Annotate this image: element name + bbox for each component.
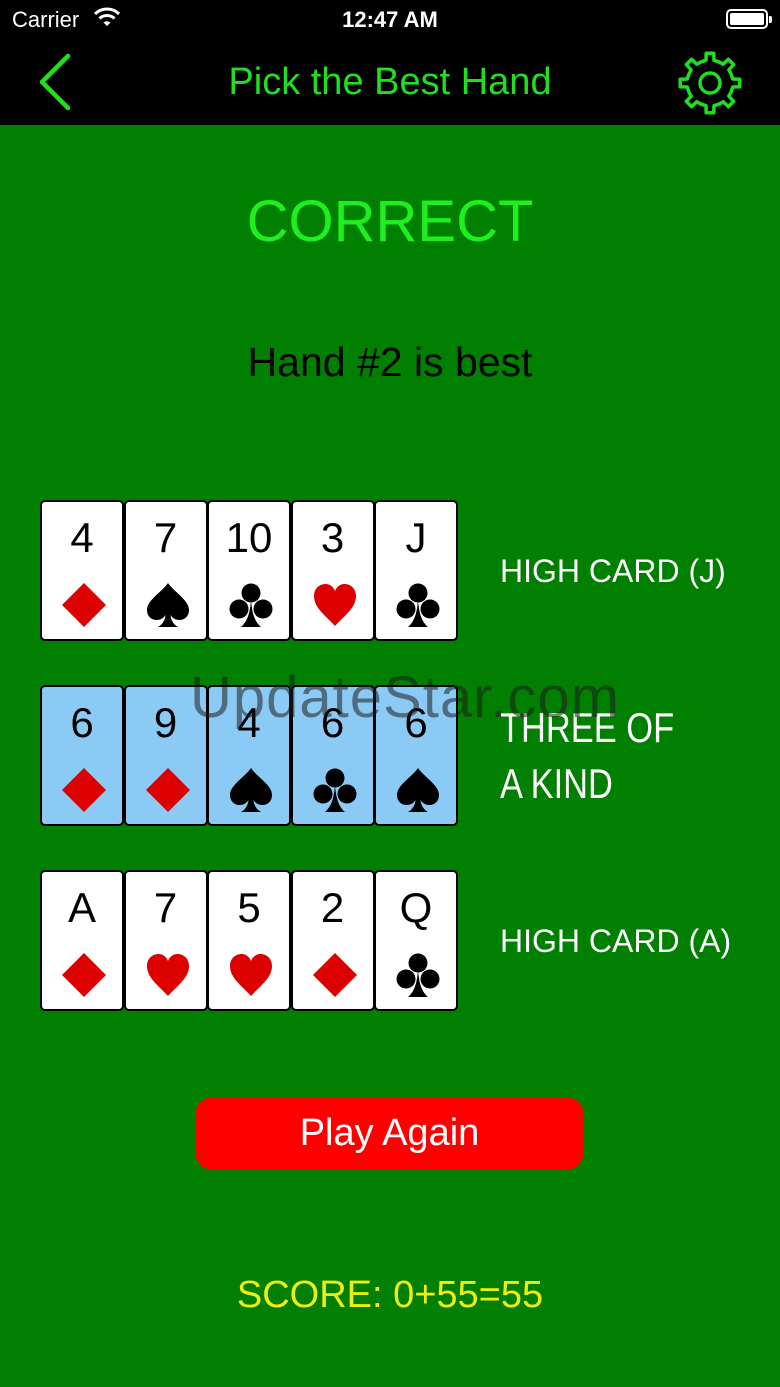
playing-card: 7 [123,500,208,641]
navigation-bar: Pick the Best Hand [0,40,780,125]
card-rank: 7 [153,514,178,561]
playing-card: 6 [40,685,124,826]
result-message: Hand #2 is best [247,339,533,385]
hand-1-label: HIGH CARD (J) [500,553,726,589]
status-bar: Carrier 12:47 AM [0,0,780,40]
playing-card: 6 [374,685,458,826]
heart-suit-icon [312,582,358,628]
battery-icon [726,9,772,29]
hand-2-label: THREE OF A KIND [500,704,675,807]
spade-suit-icon [228,767,274,813]
playing-card: 7 [123,870,208,1011]
card-rank: 10 [225,514,273,561]
status-time: 12:47 AM [342,7,438,32]
diamond-suit-icon [61,952,107,998]
playing-card: 10 [207,500,291,641]
playing-card: 4 [40,500,124,641]
spade-suit-icon [145,582,191,628]
card-rank: 6 [70,699,94,746]
settings-gear-icon[interactable] [676,49,744,117]
card-rank: 2 [320,884,345,931]
diamond-suit-icon [61,767,107,813]
card-rank: 4 [70,514,94,561]
diamond-suit-icon [61,582,107,628]
hand-3-cards[interactable]: A 7 5 2 Q [40,870,460,1011]
card-rank: 6 [320,699,345,746]
club-suit-icon [228,582,274,628]
playing-card: 6 [290,685,375,826]
card-rank: 4 [237,699,261,746]
card-rank: 3 [320,514,345,561]
card-rank: 6 [404,699,428,746]
heart-suit-icon [228,952,274,998]
card-rank: 5 [237,884,261,931]
playing-card: 5 [207,870,291,1011]
playing-card: 3 [290,500,375,641]
score-label: SCORE: 0+55=55 [236,1274,544,1316]
playing-card: 4 [207,685,291,826]
card-rank: J [405,514,427,561]
playing-card: 9 [123,685,208,826]
playing-card: A [40,870,124,1011]
playing-card: Q [374,870,458,1011]
play-again-button[interactable]: Play Again [195,1097,584,1170]
club-suit-icon [395,952,441,998]
playing-card: 2 [290,870,375,1011]
playing-card: J [374,500,458,641]
card-rank: 7 [153,884,178,931]
result-headline: CORRECT [246,189,534,254]
hand-3-label: HIGH CARD (A) [500,923,732,959]
hand-2-cards[interactable]: 6 9 4 6 6 [40,685,460,826]
card-rank: Q [399,884,433,931]
heart-suit-icon [145,952,191,998]
hand-1-cards[interactable]: 4 7 10 3 J [40,500,460,641]
page-title: Pick the Best Hand [228,61,552,103]
card-rank: 9 [153,699,178,746]
diamond-suit-icon [145,767,191,813]
card-rank: A [67,884,96,931]
spade-suit-icon [395,767,441,813]
club-suit-icon [312,767,358,813]
diamond-suit-icon [312,952,358,998]
club-suit-icon [395,582,441,628]
